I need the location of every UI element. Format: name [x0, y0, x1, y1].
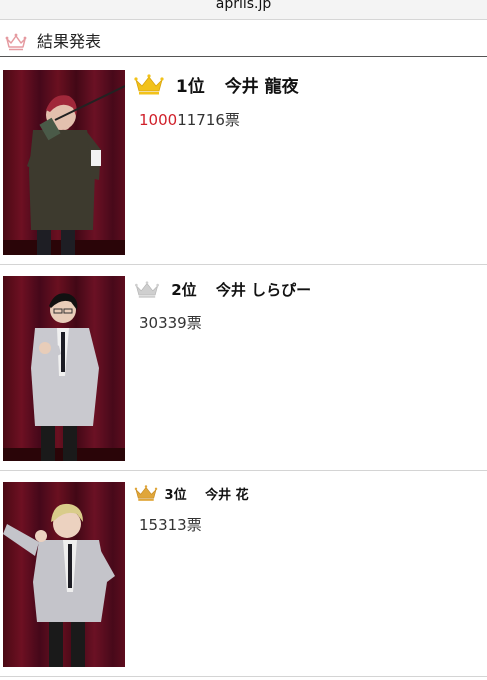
bronze-crown-icon — [134, 485, 158, 501]
contestant-photo-1[interactable] — [3, 70, 125, 255]
entry-divider — [0, 676, 487, 677]
contestant-name: 今井 しらぴー — [215, 281, 312, 299]
contestant-name: 今井 花 — [205, 488, 249, 503]
results-header: 結果発表 — [0, 29, 487, 57]
contestant-photo-2[interactable] — [3, 276, 125, 461]
vote-count-rest: 11716票 — [177, 111, 240, 129]
rank-label: 2位 — [171, 281, 197, 299]
url-bar[interactable]: aprils.jp — [0, 0, 487, 20]
vote-count: 15313票 — [139, 516, 202, 534]
entry-divider — [0, 470, 487, 471]
vote-count: 100011716票 — [139, 109, 240, 130]
page-title: 結果発表 — [37, 32, 102, 51]
contestant-photo-3[interactable] — [3, 482, 125, 667]
entry-divider — [0, 264, 487, 265]
rank-line-3: 3位 今井 花 — [134, 484, 249, 503]
vote-count-highlight: 1000 — [139, 111, 178, 129]
rank-line-2: 2位 今井 しらぴー — [134, 279, 311, 300]
url-text: aprils.jp — [215, 0, 272, 12]
rank-label: 3位 — [164, 488, 187, 503]
rank-line-1: 1位 今井 龍夜 — [134, 72, 299, 97]
silver-crown-icon — [135, 280, 159, 298]
gold-crown-icon — [134, 73, 164, 94]
vote-count: 30339票 — [139, 314, 202, 332]
crown-outline-icon — [5, 33, 27, 51]
rank-label: 1位 — [175, 77, 205, 97]
contestant-name: 今井 龍夜 — [224, 77, 299, 97]
